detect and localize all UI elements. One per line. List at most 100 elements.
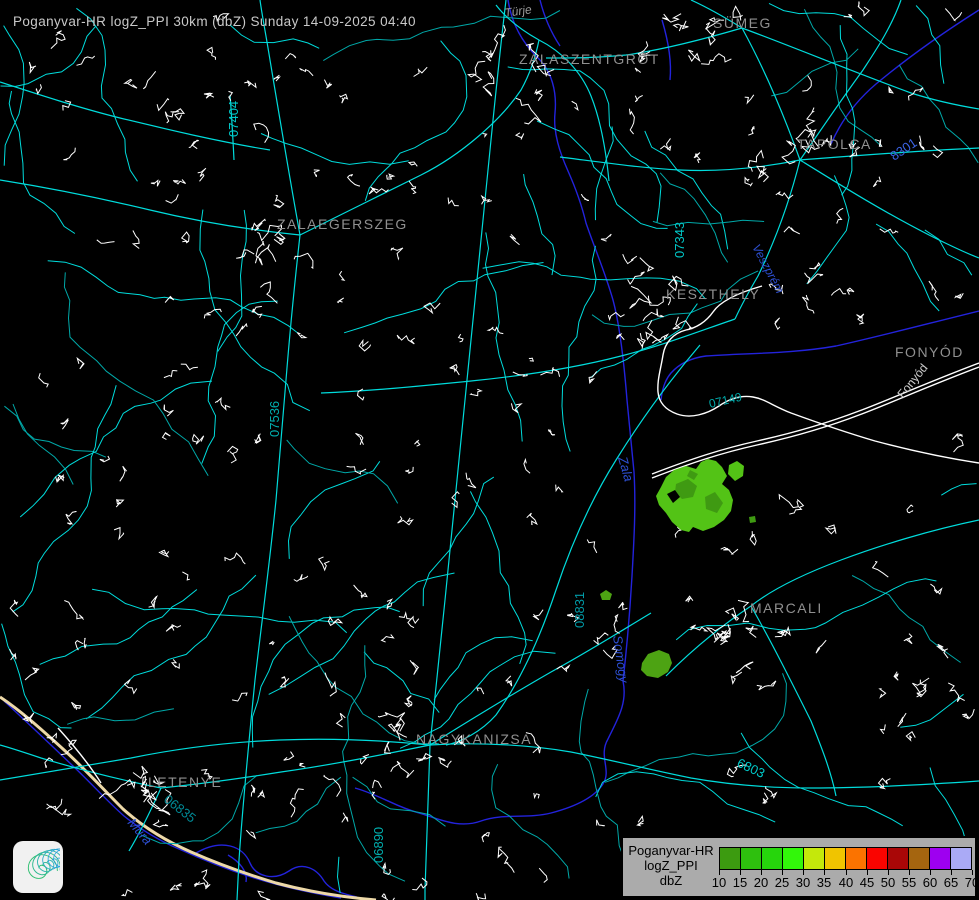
river-line xyxy=(195,844,358,898)
village-outline xyxy=(756,165,770,183)
water-label: Türje xyxy=(503,2,532,20)
legend-product-name: logZ_PPI xyxy=(644,858,698,873)
village-outline xyxy=(482,71,495,97)
village-outline xyxy=(28,61,37,75)
village-outline xyxy=(50,30,66,49)
village-outline xyxy=(346,465,367,475)
village-outline xyxy=(936,643,949,659)
village-outline xyxy=(63,147,76,161)
village-outline xyxy=(947,682,965,702)
village-outline xyxy=(164,295,175,303)
village-outline xyxy=(693,152,702,164)
village-outline xyxy=(476,687,485,695)
city-label: NAGYKANIZSA xyxy=(416,731,532,747)
main-road-line xyxy=(741,27,801,161)
radar-echo-blob xyxy=(749,516,756,523)
legend-product-text: Poganyvar-HR logZ_PPI dbZ xyxy=(627,843,715,888)
village-outline xyxy=(629,108,635,135)
village-outline xyxy=(509,233,520,246)
village-outline xyxy=(339,93,349,104)
water-label: Somogy xyxy=(610,634,632,685)
village-outline xyxy=(856,313,865,325)
road-line xyxy=(915,5,945,84)
legend-color-cell xyxy=(804,848,825,869)
village-outline xyxy=(457,333,464,343)
village-outline xyxy=(918,135,925,151)
village-outline xyxy=(893,671,899,681)
main-road-line xyxy=(741,27,979,110)
road-line xyxy=(287,461,381,559)
village-outline xyxy=(944,8,963,22)
village-outline xyxy=(383,741,391,754)
village-outline xyxy=(152,819,169,828)
city-label: FONYÓD xyxy=(895,344,964,360)
city-label: SÜMEG xyxy=(713,14,772,31)
radar-echo-blob xyxy=(728,461,744,481)
village-outline xyxy=(532,609,544,621)
road-line xyxy=(201,300,278,464)
village-outline xyxy=(526,512,538,526)
village-outline xyxy=(341,812,349,823)
village-outline xyxy=(514,132,525,140)
village-outline xyxy=(203,92,215,99)
village-outline xyxy=(778,493,800,509)
road-line xyxy=(659,172,729,263)
village-outline xyxy=(878,688,887,699)
village-outline xyxy=(613,613,620,634)
village-outline xyxy=(515,97,542,125)
village-outline xyxy=(228,90,234,101)
village-outline xyxy=(119,465,127,482)
village-outline xyxy=(235,322,248,337)
village-outline xyxy=(338,270,346,281)
village-outline xyxy=(161,431,171,440)
river-line xyxy=(830,9,979,145)
road-number-label: 08831 xyxy=(572,592,587,628)
road-line xyxy=(839,25,856,196)
village-outline xyxy=(533,792,540,800)
village-outline xyxy=(749,531,757,546)
village-outline xyxy=(35,84,42,95)
village-outline xyxy=(257,789,266,799)
shore-road-line xyxy=(57,727,102,784)
village-outline xyxy=(386,173,396,180)
village-outline xyxy=(227,445,239,464)
main-road-line xyxy=(236,234,301,900)
road-line xyxy=(217,209,247,352)
road-line xyxy=(484,232,523,442)
village-outline xyxy=(588,371,598,385)
village-outline xyxy=(390,760,415,779)
village-outline xyxy=(46,798,63,811)
village-outline xyxy=(71,701,82,710)
village-outline xyxy=(283,751,295,761)
village-outline xyxy=(172,179,186,185)
village-outline xyxy=(355,432,364,445)
village-outline xyxy=(120,888,133,897)
village-outline xyxy=(259,281,278,304)
radar-product-title: Poganyvar-HR logZ_PPI 30km (dbZ) Sunday … xyxy=(13,14,416,29)
road-line xyxy=(595,771,776,823)
village-outline xyxy=(906,504,914,514)
village-outline xyxy=(744,94,755,105)
village-outline xyxy=(747,149,764,172)
village-outline xyxy=(830,287,847,296)
village-outline xyxy=(414,439,421,447)
village-outline xyxy=(273,194,285,209)
legend-radar-name: Poganyvar-HR xyxy=(628,843,714,858)
radar-service-logo xyxy=(13,841,63,893)
village-outline xyxy=(556,664,571,673)
village-outline xyxy=(142,70,157,90)
road-line xyxy=(63,272,209,476)
village-outline xyxy=(730,671,743,685)
village-outline xyxy=(398,611,412,620)
legend-tick-value: 15 xyxy=(732,875,748,890)
village-outline xyxy=(897,712,907,727)
village-outline xyxy=(359,754,370,765)
legend-tick-value: 60 xyxy=(922,875,938,890)
legend-tick-value: 35 xyxy=(816,875,832,890)
city-label: KESZTHELY xyxy=(666,286,760,302)
village-outline xyxy=(165,194,179,204)
village-outline xyxy=(634,67,642,73)
village-outline xyxy=(163,369,178,379)
city-label: TAPOLCA xyxy=(797,136,872,152)
village-outline xyxy=(407,161,418,167)
